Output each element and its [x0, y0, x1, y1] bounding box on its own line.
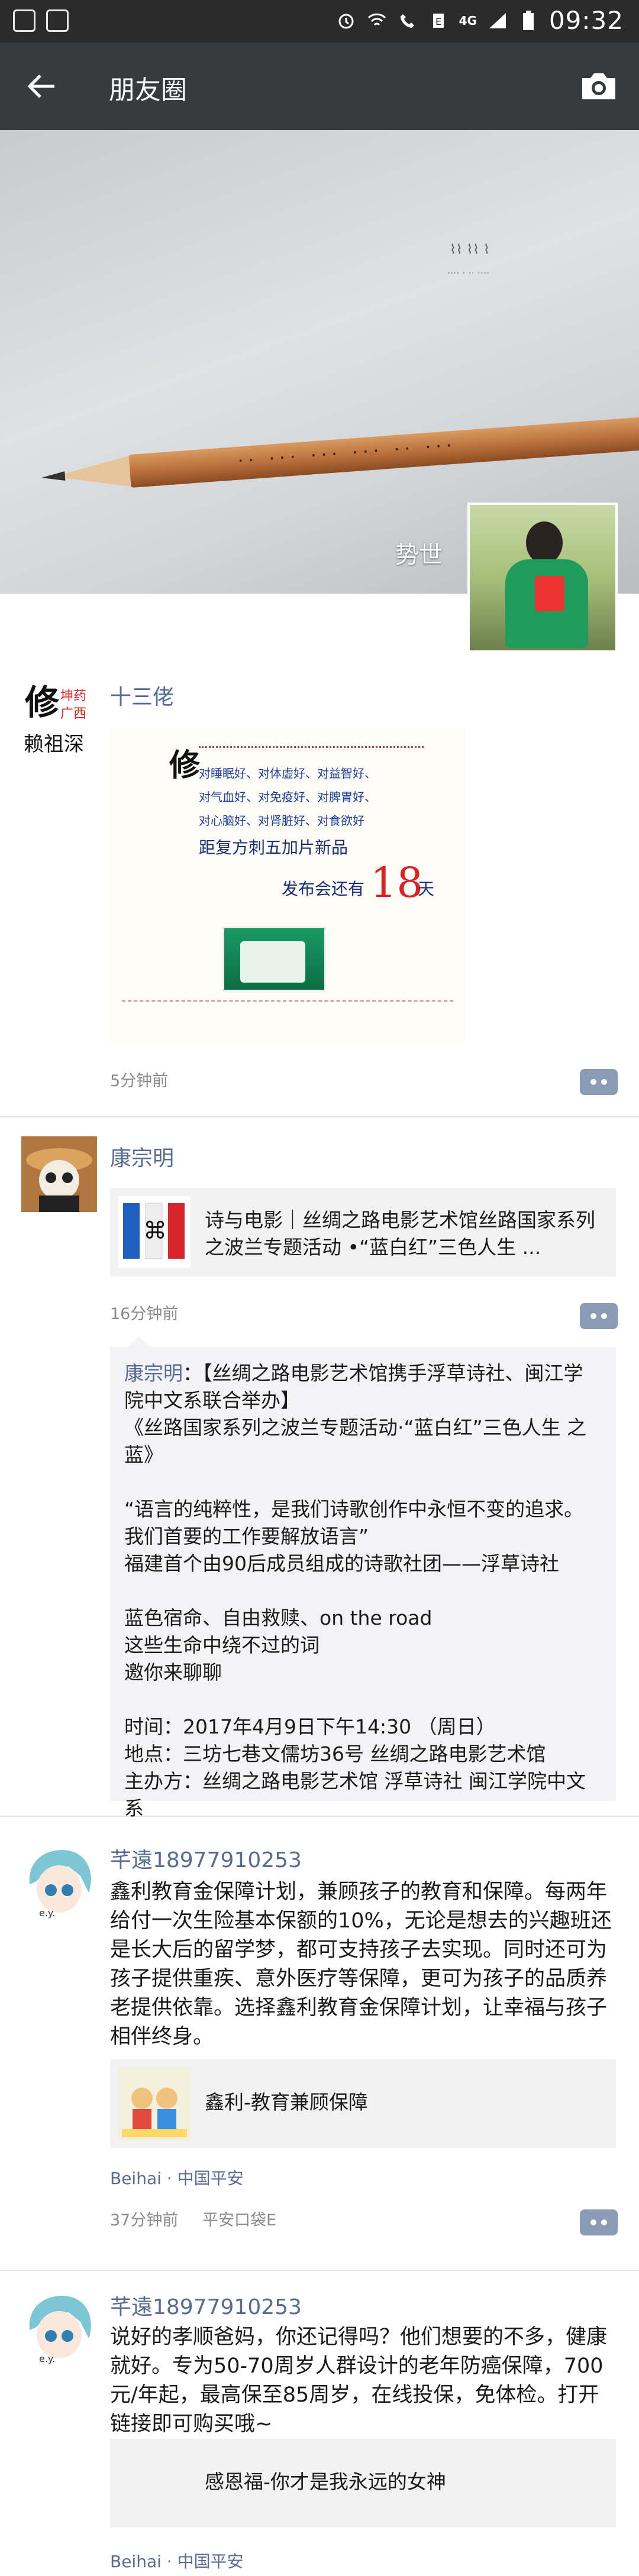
link-thumbnail — [118, 2068, 191, 2140]
cover-user-name: 势世 — [395, 542, 443, 569]
more-actions-button[interactable] — [580, 1303, 618, 1329]
shared-link-card[interactable]: 鑫利-教育兼顾保障 — [110, 2059, 616, 2148]
signal-icon — [488, 11, 508, 31]
post-text: 鑫利教育金保障计划，兼顾孩子的教育和保障。每两年给付一次生险基本保额的10%，无… — [110, 1880, 612, 2049]
avatar[interactable] — [21, 1136, 97, 1212]
square-app-icon — [13, 9, 36, 32]
poster-line-5: 发布会还有 — [282, 879, 365, 899]
moment-post: e.y. 芊遠18977910253 说好的孝顺爸妈，你还记得吗？他们想要的不多… — [0, 2271, 639, 2576]
shared-link-card[interactable]: ⌘ 诗与电影｜丝绸之路电影艺术馆丝路国家系列之波兰专题活动 •“蓝白红”三色人生… — [110, 1188, 616, 1276]
arrow-left-icon[interactable] — [18, 63, 65, 110]
avatar[interactable]: e.y. — [21, 2289, 97, 2364]
camera-icon[interactable] — [574, 61, 624, 111]
page-title: 朋友圈 — [109, 75, 187, 105]
post-location[interactable]: Beihai · 中国平安 — [110, 2549, 244, 2572]
wifi-call-icon — [367, 11, 387, 31]
avatar[interactable]: 修 坤药 广西 赖祖深 — [21, 681, 97, 757]
poster-line-2: 对气血好、对免疫好、对脾胃好、 — [199, 790, 376, 804]
avatar[interactable]: e.y. — [21, 1843, 97, 1919]
poster-logo: 修 — [169, 747, 201, 783]
post-author[interactable]: 十三佬 — [110, 680, 174, 711]
alarm-icon — [336, 11, 356, 31]
link-thumbnail: ⌘ — [118, 1196, 191, 1268]
more-actions-button[interactable] — [580, 2209, 618, 2235]
comment-author[interactable]: 康宗明 — [124, 1362, 183, 1385]
comment-area: 康宗明：【丝绸之路电影艺术馆携手浮草诗社、闽江学院中文系联合举办】 《丝路国家系… — [110, 1336, 616, 1820]
poster-line-1: 对睡眠好、对体虚好、对益智好、 — [199, 766, 376, 780]
post-author[interactable]: 芊遠18977910253 — [110, 2290, 302, 2321]
post-time: 5分钟前 — [110, 1072, 169, 1090]
countdown-number: 18 — [370, 858, 424, 907]
post-text: 说好的孝顺爸妈，你还记得吗？他们想要的不多，健康就好。专为50-70周岁人群设计… — [110, 2325, 608, 2436]
poster-footer — [122, 1000, 453, 1036]
cover-scribble: ⌇⌇ ⌇⌇ ⌇ — [450, 242, 490, 257]
status-right: E 4G 09:32 — [336, 6, 624, 35]
svg-text:⌘: ⌘ — [143, 1217, 167, 1245]
pencil-illustration: ·· ··· ··· ··· ·· ··· — [40, 414, 639, 494]
poster-line-3: 对心脑好、对肾脏好、对食欲好 — [199, 814, 364, 828]
svg-text:修: 修 — [25, 682, 60, 722]
svg-text:e.y.: e.y. — [39, 1907, 55, 1919]
post-image[interactable]: 修 对睡眠好、对体虚好、对益智好、 对气血好、对免疫好、对脾胃好、 对心脑好、对… — [110, 728, 465, 1043]
4g-icon: 4G — [459, 13, 477, 28]
post-source-app[interactable]: 平安口袋E — [202, 2207, 276, 2230]
avatar-text-3: 赖祖深 — [24, 733, 84, 756]
post-author[interactable]: 芊遠18977910253 — [110, 1843, 302, 1874]
link-title: 感恩福-你才是我永远的女神 — [205, 2470, 446, 2493]
post-time: 37分钟前 — [110, 2211, 179, 2230]
moment-post: e.y. 芊遠18977910253 鑫利教育金保障计划，兼顾孩子的教育和保障。… — [0, 1817, 639, 2271]
product-box-label — [240, 941, 305, 983]
more-actions-button[interactable] — [580, 1069, 618, 1095]
profile-avatar[interactable] — [467, 503, 618, 653]
shared-link-card[interactable]: 感恩福-你才是我永远的女神 — [110, 2439, 616, 2528]
status-bar: E 4G 09:32 — [0, 0, 639, 43]
poster-line-4: 距复方刺五加片新品 — [199, 838, 348, 857]
post-location[interactable]: Beihai · 中国平安 — [110, 2166, 244, 2189]
cover-scribble-2: ···· · ·· ···· — [447, 267, 490, 278]
status-left — [13, 9, 69, 32]
svg-text:e.y.: e.y. — [39, 2353, 55, 2364]
post-author[interactable]: 康宗明 — [110, 1141, 174, 1172]
square-app-icon — [46, 9, 69, 32]
avatar-text-2: 广西 — [60, 707, 86, 721]
post-time: 16分钟前 — [110, 1305, 179, 1323]
mail-icon: E — [428, 11, 448, 31]
phone-icon — [398, 11, 418, 31]
avatar-text-1: 坤药 — [60, 689, 86, 704]
countdown-unit: 天 — [418, 879, 435, 899]
comment-text: 【丝绸之路电影艺术馆携手浮草诗社、闽江学院中文系联合举办】 《丝路国家系列之波兰… — [124, 1362, 587, 1820]
svg-text:E: E — [435, 16, 441, 27]
top-app-bar: 朋友圈 — [0, 43, 639, 130]
clock: 09:32 — [548, 6, 624, 35]
comment[interactable]: 康宗明：【丝绸之路电影艺术馆携手浮草诗社、闽江学院中文系联合举办】 《丝路国家系… — [110, 1347, 616, 1836]
link-title: 鑫利-教育兼顾保障 — [205, 2091, 368, 2114]
link-title: 诗与电影｜丝绸之路电影艺术馆丝路国家系列之波兰专题活动 •“蓝白红”三色人生 .… — [205, 1208, 595, 1259]
battery-icon — [518, 10, 538, 31]
